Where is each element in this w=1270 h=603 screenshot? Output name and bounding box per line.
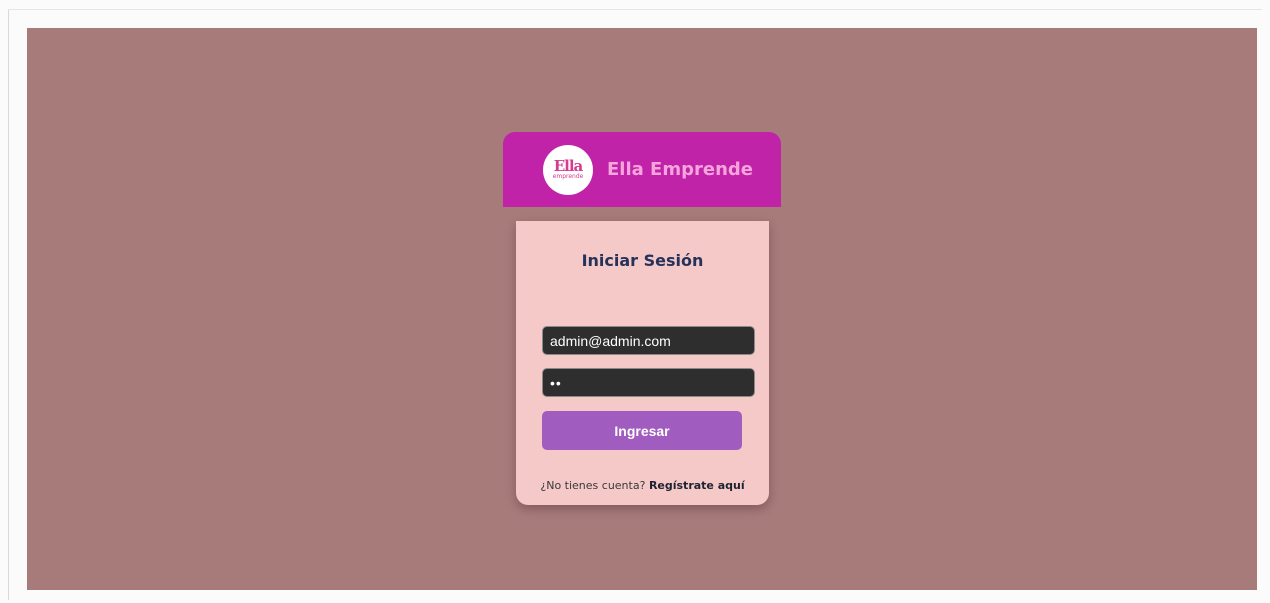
password-field[interactable] [542,368,755,397]
brand-logo: Ella emprende [543,144,593,195]
login-title: Iniciar Sesión [581,251,704,270]
login-button[interactable]: Ingresar [542,411,742,450]
brand-title: Ella Emprende [607,159,753,180]
frame-left-edge [8,10,9,600]
register-link[interactable]: Regístrate aquí [649,479,745,492]
brand-header: Ella emprende Ella Emprende [503,132,781,207]
login-card: Iniciar Sesión Ingresar ¿No tienes cuent… [516,221,769,505]
page-viewport: Ella emprende Ella Emprende Iniciar Sesi… [27,28,1257,590]
email-field[interactable] [542,326,755,355]
register-prompt: ¿No tienes cuenta? [540,479,646,492]
register-prompt-line: ¿No tienes cuenta? Regístrate aquí [516,479,769,492]
frame-top-edge [8,9,1262,10]
logo-word: Ella [553,157,584,175]
browser-frame: Ella emprende Ella Emprende Iniciar Sesi… [0,0,1270,603]
logo-subtext: emprende [552,173,584,180]
